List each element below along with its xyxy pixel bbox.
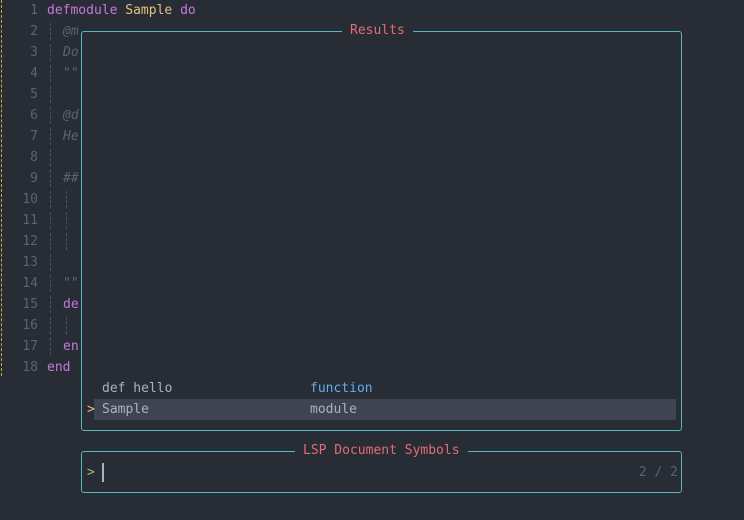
code-token: de [63, 297, 79, 312]
code-token: do [180, 3, 196, 18]
code-token: defmodule [47, 3, 118, 18]
line-code: en [47, 336, 79, 357]
line-code [47, 252, 63, 273]
result-counter: 2 / 2 [638, 465, 678, 480]
indent-guide [50, 65, 52, 82]
code-token: Do [63, 45, 79, 60]
prompt-title: LSP Document Symbols [295, 441, 468, 461]
indent-guide [66, 233, 68, 250]
indent-guide [50, 170, 52, 187]
line-number: 12 [22, 234, 38, 249]
line-number: 2 [30, 24, 38, 39]
line-number: 4 [30, 66, 38, 81]
line-code: de [47, 294, 79, 315]
code-token: @m [63, 24, 79, 39]
search-input[interactable] [102, 463, 104, 482]
selection-highlight [94, 399, 676, 420]
line-code [47, 210, 79, 231]
results-panel: Results def hello function > Sample module [81, 21, 682, 431]
line-code: "" [47, 273, 79, 294]
line-number: 3 [30, 45, 38, 60]
indent-guide [50, 44, 52, 61]
code-token: ## [63, 171, 79, 186]
line-code: Do [47, 42, 79, 63]
symbol-name: def hello [102, 381, 173, 396]
prompt-caret: > [87, 465, 95, 480]
symbols-prompt: LSP Document Symbols > 2 / 2 [81, 441, 682, 493]
code-token: end [47, 360, 71, 375]
indent-guide [50, 23, 52, 40]
line-code: He [47, 126, 79, 147]
line-code: end [47, 357, 70, 378]
results-title: Results [342, 21, 413, 41]
indent-guide [66, 317, 68, 334]
indent-guide [50, 212, 52, 229]
editor-line[interactable]: 1 defmodule Sample do [0, 0, 744, 21]
line-number: 14 [22, 276, 38, 291]
indent-guide [50, 254, 52, 271]
indent-guide [50, 233, 52, 250]
indent-guide [50, 128, 52, 145]
indent-guide [50, 275, 52, 292]
symbol-kind: module [310, 402, 357, 417]
line-number: 7 [30, 129, 38, 144]
indent-guide [66, 212, 68, 229]
indent-guide [50, 317, 52, 334]
line-code: @d [47, 105, 79, 126]
code-token: He [63, 129, 79, 144]
indent-guide [50, 149, 52, 166]
line-number: 18 [22, 360, 38, 375]
indent-guide [50, 191, 52, 208]
symbol-item[interactable]: > Sample module [82, 399, 679, 420]
line-code: defmodule Sample do [47, 0, 196, 21]
line-code: @m [47, 21, 79, 42]
line-number: 11 [22, 213, 38, 228]
code-token: "" [63, 276, 79, 291]
line-number: 13 [22, 255, 38, 270]
indent-guide [50, 296, 52, 313]
code-token: en [63, 339, 79, 354]
line-code [47, 315, 79, 336]
indent-guide [50, 338, 52, 355]
line-code [47, 189, 79, 210]
selection-caret: > [87, 402, 95, 417]
line-code [47, 231, 79, 252]
code-token: Sample [125, 3, 173, 18]
line-number: 6 [30, 108, 38, 123]
code-token: @d [63, 108, 79, 123]
indent-guide [50, 86, 52, 103]
line-code: "" [47, 63, 79, 84]
line-number: 17 [22, 339, 38, 354]
symbol-name: Sample [102, 402, 149, 417]
line-number: 15 [22, 297, 38, 312]
indent-guide [66, 191, 68, 208]
indent-guide [50, 107, 52, 124]
line-code [47, 147, 63, 168]
line-number: 10 [22, 192, 38, 207]
line-number: 8 [30, 150, 38, 165]
line-number: 16 [22, 318, 38, 333]
line-number: 1 [30, 3, 38, 18]
line-code [47, 84, 63, 105]
line-number: 9 [30, 171, 38, 186]
symbol-kind: function [310, 381, 373, 396]
line-code: ## [47, 168, 79, 189]
symbol-item[interactable]: def hello function [82, 378, 679, 399]
code-token: "" [63, 66, 79, 81]
line-number: 5 [30, 87, 38, 102]
